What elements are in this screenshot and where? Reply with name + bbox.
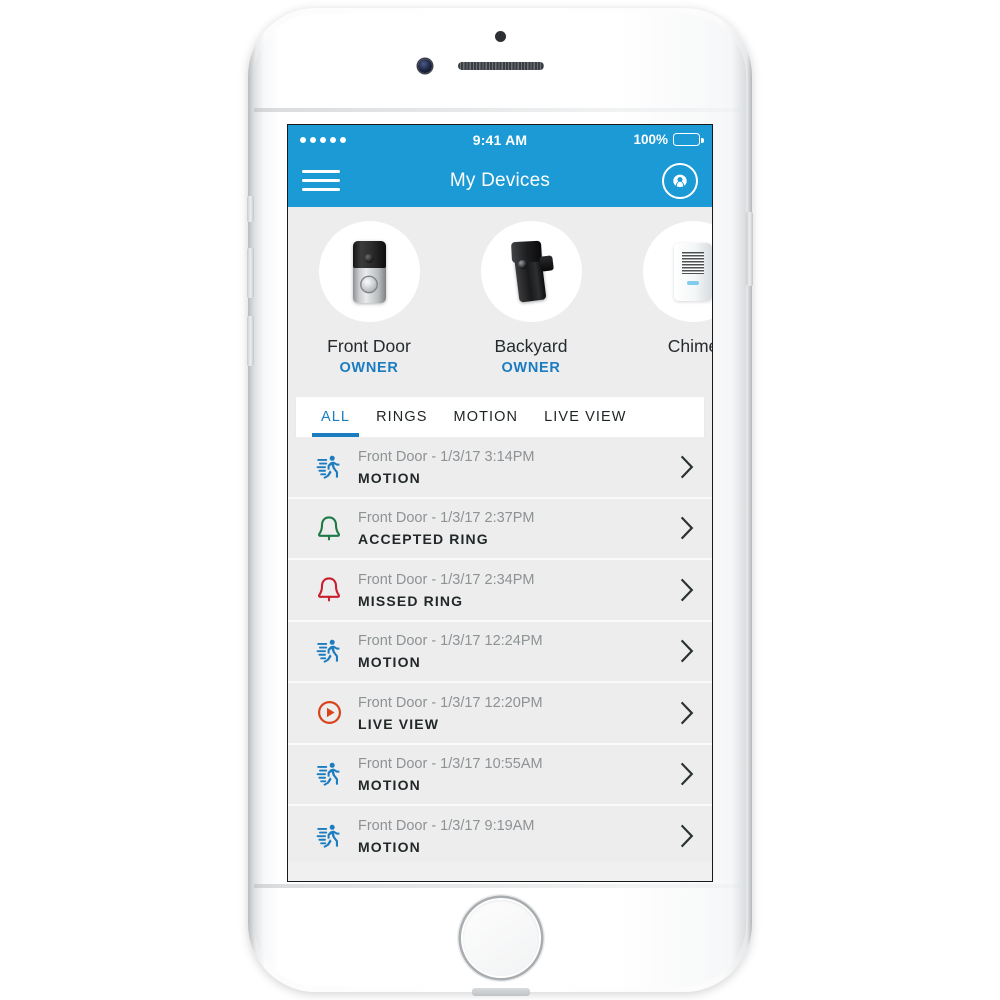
stick-up-cam-icon [504,238,557,305]
live-view-play-icon [306,700,352,725]
event-title: Front Door - 1/3/17 12:24PM [358,633,543,650]
event-text: Front Door - 1/3/17 10:55AM MOTION [352,755,674,793]
video-doorbell-icon [352,240,386,303]
bell-accepted-icon [306,515,352,542]
chevron-right-icon[interactable] [674,762,700,786]
signal-strength-icon [300,136,410,143]
home-button[interactable] [463,900,539,976]
bell-missed-icon [306,576,352,603]
event-row[interactable]: Front Door - 1/3/17 3:14PM MOTION [288,437,712,499]
device-thumbnail [480,221,582,322]
screenshot-scene: 9:41 AM 100% My Devices Front Door OWNER… [0,0,1000,1000]
device-role-badge: OWNER [339,360,399,376]
event-row[interactable]: Front Door - 1/3/17 9:19AM MOTION [288,806,712,862]
page-title: My Devices [449,169,551,191]
device-name-label: Front Door [327,336,411,356]
device-card-chime[interactable]: Chime [612,221,712,360]
tab-all[interactable]: ALL [308,397,363,437]
tab-live-view[interactable]: LIVE VIEW [531,397,639,437]
event-row[interactable]: Front Door - 1/3/17 12:24PM MOTION [288,622,712,683]
device-thumbnail [642,221,712,322]
motion-running-icon [306,761,352,787]
motion-running-icon [306,823,352,849]
event-title: Front Door - 1/3/17 2:37PM [358,510,535,527]
chevron-right-icon[interactable] [674,701,700,725]
chevron-right-icon[interactable] [674,824,700,848]
volume-down-button[interactable] [247,316,254,366]
motion-running-icon [306,638,352,664]
device-thumbnail [318,221,420,322]
event-text: Front Door - 1/3/17 3:14PM MOTION [352,448,674,486]
event-text: Front Door - 1/3/17 12:24PM MOTION [352,632,674,670]
event-type: MOTION [358,469,421,486]
chime-icon [674,242,712,301]
chevron-right-icon[interactable] [674,639,700,663]
event-list[interactable]: Front Door - 1/3/17 3:14PM MOTION Front Do… [288,437,712,862]
ring-logo-icon[interactable] [662,162,698,199]
event-title: Front Door - 1/3/17 10:55AM [358,756,543,773]
status-bar-time: 9:41 AM [472,131,528,148]
chevron-right-icon[interactable] [674,455,700,479]
event-text: Front Door - 1/3/17 12:20PM LIVE VIEW [352,694,674,732]
antenna-band-top [254,108,746,112]
antenna-band-bottom [254,884,746,888]
device-name-label: Backyard [494,336,568,356]
chevron-right-icon[interactable] [674,516,700,540]
event-type: MOTION [358,777,421,794]
front-camera-icon [418,59,432,73]
proximity-sensor-icon [495,31,506,42]
hamburger-menu-icon[interactable] [302,167,340,195]
event-row[interactable]: Front Door - 1/3/17 2:37PM ACCEPTED RING [288,499,712,560]
device-carousel[interactable]: Front Door OWNER Backyard OWNER Chim [288,207,712,397]
event-row[interactable]: Front Door - 1/3/17 10:55AM MOTION [288,745,712,806]
event-title: Front Door - 1/3/17 2:34PM [358,571,535,588]
status-bar-right: 100% [590,132,704,147]
tab-bar: ALL RINGS MOTION LIVE VIEW [296,397,704,437]
phone-screen: 9:41 AM 100% My Devices Front Door OWNER… [287,124,713,882]
event-type: ACCEPTED RING [358,531,489,548]
event-title: Front Door - 1/3/17 9:19AM [358,817,535,834]
tab-motion[interactable]: MOTION [441,397,532,437]
tab-bar-wrapper: ALL RINGS MOTION LIVE VIEW [288,397,712,437]
earpiece-speaker-icon [458,62,544,70]
power-button[interactable] [746,212,753,286]
chevron-right-icon[interactable] [674,578,700,602]
status-bar: 9:41 AM 100% [288,125,712,154]
mute-switch[interactable] [247,196,254,222]
volume-up-button[interactable] [247,248,254,298]
event-row[interactable]: Front Door - 1/3/17 2:34PM MISSED RING [288,560,712,622]
event-text: Front Door - 1/3/17 9:19AM MOTION [352,817,674,855]
event-type: MISSED RING [358,592,464,609]
event-text: Front Door - 1/3/17 2:34PM MISSED RING [352,571,674,609]
event-type: MOTION [358,838,421,855]
event-title: Front Door - 1/3/17 12:20PM [358,694,543,711]
motion-running-icon [306,454,352,480]
event-type: LIVE VIEW [358,715,440,732]
device-card-backyard[interactable]: Backyard OWNER [450,221,612,376]
device-role-badge: OWNER [501,360,561,376]
bottom-antenna-nub [472,988,530,996]
device-card-front-door[interactable]: Front Door OWNER [288,221,450,376]
event-text: Front Door - 1/3/17 2:37PM ACCEPTED RING [352,509,674,547]
device-name-label: Chime [667,336,712,356]
app-header: My Devices [288,154,712,207]
tab-rings[interactable]: RINGS [363,397,440,437]
event-row[interactable]: Front Door - 1/3/17 12:20PM LIVE VIEW [288,683,712,745]
battery-full-icon [673,133,704,146]
event-title: Front Door - 1/3/17 3:14PM [358,448,535,465]
event-type: MOTION [358,654,421,671]
battery-percent-label: 100% [633,132,668,147]
